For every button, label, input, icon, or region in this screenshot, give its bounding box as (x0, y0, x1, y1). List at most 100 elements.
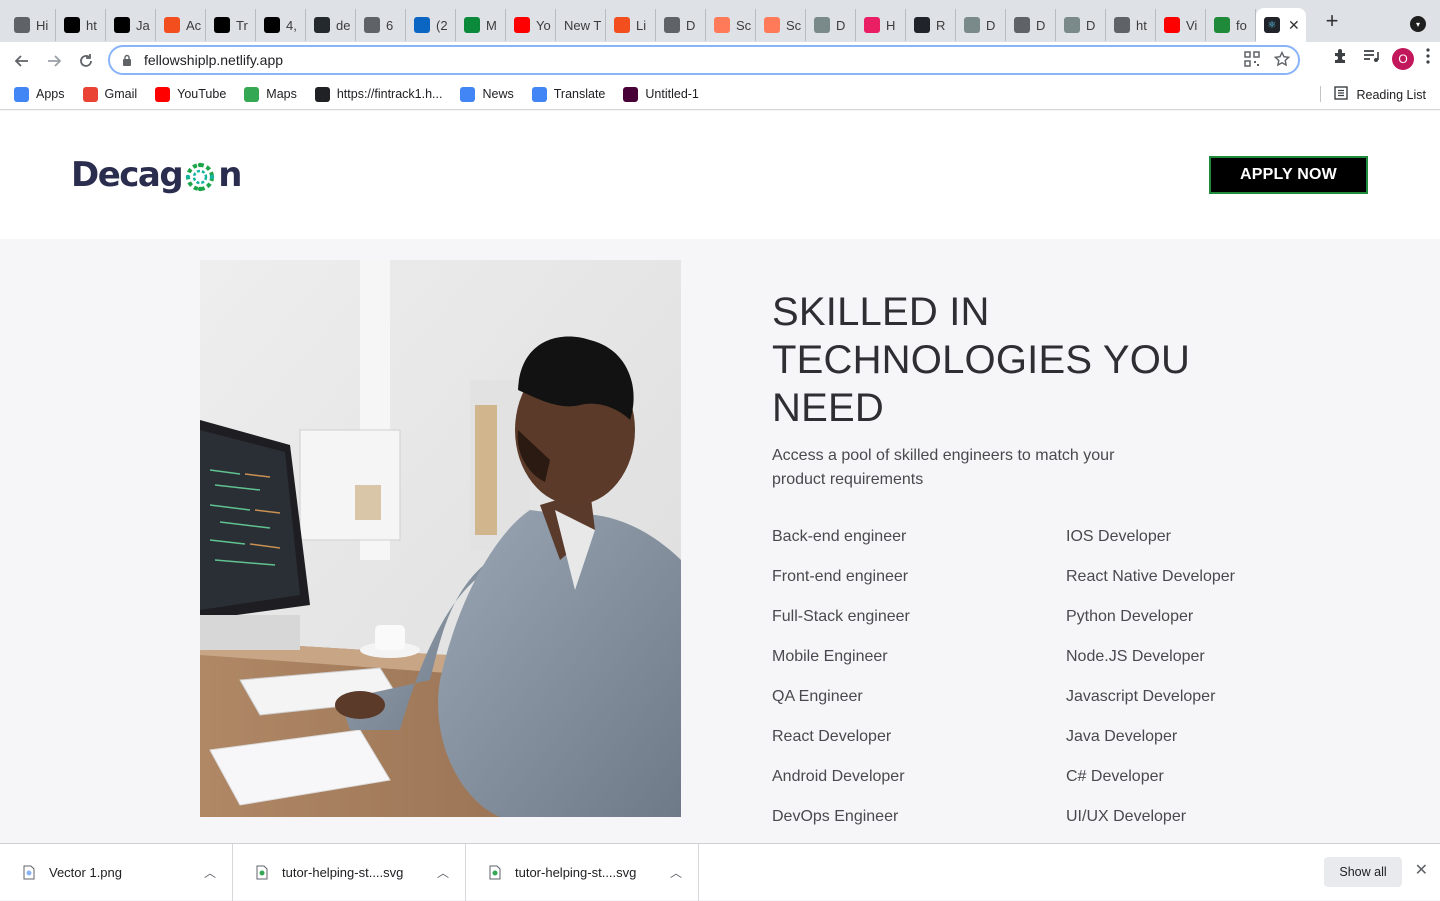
download-item[interactable]: tutor-helping-st....svg ︿ (466, 843, 699, 901)
tab-search-icon[interactable]: ▾ (1410, 16, 1426, 32)
browser-tab[interactable]: 4, (256, 9, 306, 41)
browser-tab[interactable]: Tr (206, 9, 256, 41)
chevron-up-icon[interactable]: ︿ (670, 864, 682, 881)
chevron-up-icon[interactable]: ︿ (437, 864, 449, 881)
role-item: Python Developer (1066, 608, 1194, 625)
browser-tab[interactable]: ht (56, 9, 106, 41)
qr-code-icon[interactable] (1244, 51, 1260, 72)
a-logo-icon (114, 17, 130, 33)
tab-title: H (886, 17, 896, 33)
browser-tab[interactable]: Ac (156, 9, 206, 41)
browser-tab[interactable]: New T (556, 9, 606, 41)
browser-tab[interactable]: fo (1206, 9, 1256, 41)
section-subtext: Access a pool of skilled engineers to ma… (772, 447, 1115, 488)
dots-icon (814, 17, 830, 33)
apply-now-button[interactable]: APPLY NOW (1209, 156, 1368, 194)
extensions-puzzle-icon[interactable] (1332, 47, 1350, 70)
reading-list-button[interactable]: Reading List (1319, 86, 1426, 103)
new-tab-button[interactable]: + (1318, 7, 1346, 35)
bookmark-star-icon[interactable] (1273, 50, 1291, 72)
bookmark-item[interactable]: Apps (14, 86, 65, 102)
browser-tab[interactable]: (2 (406, 9, 456, 41)
download-item[interactable]: Vector 1.png ︿ (0, 843, 233, 901)
browser-toolbar: fellowshiplp.netlify.app O (0, 42, 1440, 79)
tab-title: Li (636, 17, 647, 33)
close-downloads-icon[interactable]: ✕ (1415, 860, 1428, 880)
browser-tab[interactable]: M (456, 9, 506, 41)
bookmark-item[interactable]: Maps (244, 86, 297, 102)
globe-icon (664, 17, 680, 33)
browser-tab[interactable]: H (856, 9, 906, 41)
download-filename: Vector 1.png (49, 864, 122, 880)
globe-icon (1014, 17, 1030, 33)
decagon-logo[interactable]: Decag n (71, 153, 242, 197)
show-all-button[interactable]: Show all (1324, 857, 1402, 887)
role-item: Front-end engineer (772, 568, 909, 585)
browser-tab[interactable]: Yo (506, 9, 556, 41)
role-item: C# Developer (1066, 768, 1164, 785)
browser-tab[interactable]: Vi (1156, 9, 1206, 41)
hubspot-icon (764, 17, 780, 33)
profile-avatar[interactable]: O (1392, 47, 1414, 70)
forward-button[interactable] (38, 45, 70, 77)
bookmark-label: Apps (36, 87, 65, 101)
browser-tab[interactable]: Sc (706, 9, 756, 41)
bookmark-item[interactable]: Gmail (82, 86, 137, 102)
omnibox-actions (1244, 50, 1291, 72)
youtube-icon (514, 17, 530, 33)
back-button[interactable] (6, 45, 38, 77)
bookmark-item[interactable]: Translate (531, 86, 605, 102)
browser-tab[interactable]: Sc (756, 9, 806, 41)
bookmark-item[interactable]: News (460, 86, 514, 102)
tab-title: Sc (786, 17, 802, 33)
browser-tab[interactable]: D (806, 9, 856, 41)
section-heading: SKILLED IN TECHNOLOGIES YOU NEED (772, 289, 1191, 430)
bookmark-label: Maps (266, 87, 297, 101)
reload-icon (80, 53, 92, 67)
browser-tab[interactable]: Hi (6, 9, 56, 41)
bookmark-label: Untitled-1 (645, 87, 699, 101)
role-item: React Native Developer (1066, 568, 1235, 585)
tab-strip: Hi ht Ja Ac Tr 4, de 6 (2 M Yo New T Li D Sc Sc D H R D D Dht… (0, 0, 1440, 42)
tab-title: D (836, 17, 846, 33)
bookmarks-list: Apps Gmail YouTube Maps https://fintrack1.h.… (14, 86, 717, 102)
translate-icon (531, 86, 547, 102)
hubspot-icon (714, 17, 730, 33)
gmail-icon (82, 86, 98, 102)
active-browser-tab[interactable]: ⚛ ✕ (1256, 8, 1306, 42)
bookmark-item[interactable]: https://fintrack1.h... (314, 86, 442, 102)
bookmark-item[interactable]: YouTube (155, 86, 226, 102)
address-bar[interactable]: fellowshiplp.netlify.app (108, 45, 1300, 75)
chevron-up-icon[interactable]: ︿ (204, 864, 216, 881)
role-item: IOS Developer (1066, 528, 1171, 545)
media-control-icon[interactable] (1362, 47, 1380, 70)
toolbar-actions: O (1332, 47, 1430, 70)
reload-button[interactable] (70, 45, 102, 77)
browser-tab[interactable]: D (1056, 9, 1106, 41)
bookmark-item[interactable]: Untitled-1 (623, 86, 699, 102)
download-item[interactable]: tutor-helping-st....svg ︿ (233, 843, 466, 901)
browser-tab[interactable]: ht (1106, 9, 1156, 41)
browser-tab[interactable]: R (906, 9, 956, 41)
browser-tab[interactable]: D (956, 9, 1006, 41)
browser-tab[interactable]: D (1006, 9, 1056, 41)
browser-tab[interactable]: de (306, 9, 356, 41)
browser-tab[interactable]: 6 (356, 9, 406, 41)
file-icon (255, 864, 269, 880)
y-logo-icon (1214, 17, 1230, 33)
close-tab-icon[interactable]: ✕ (1288, 17, 1300, 34)
role-item: Javascript Developer (1066, 688, 1216, 705)
site-header: Decag n APPLY NOW (0, 111, 1440, 239)
lock-icon (120, 53, 134, 67)
tab-title: M (486, 17, 497, 33)
arrow-right-icon (48, 54, 62, 67)
browser-tab[interactable]: D (656, 9, 706, 41)
role-item: Back-end engineer (772, 528, 907, 545)
role-item: Node.JS Developer (1066, 648, 1205, 665)
record-icon (864, 17, 880, 33)
browser-tab[interactable]: Ja (106, 9, 156, 41)
divider (1319, 86, 1321, 102)
apps-grid-icon (14, 86, 29, 102)
kebab-menu-icon[interactable] (1426, 48, 1430, 69)
browser-tab[interactable]: Li (606, 9, 656, 41)
